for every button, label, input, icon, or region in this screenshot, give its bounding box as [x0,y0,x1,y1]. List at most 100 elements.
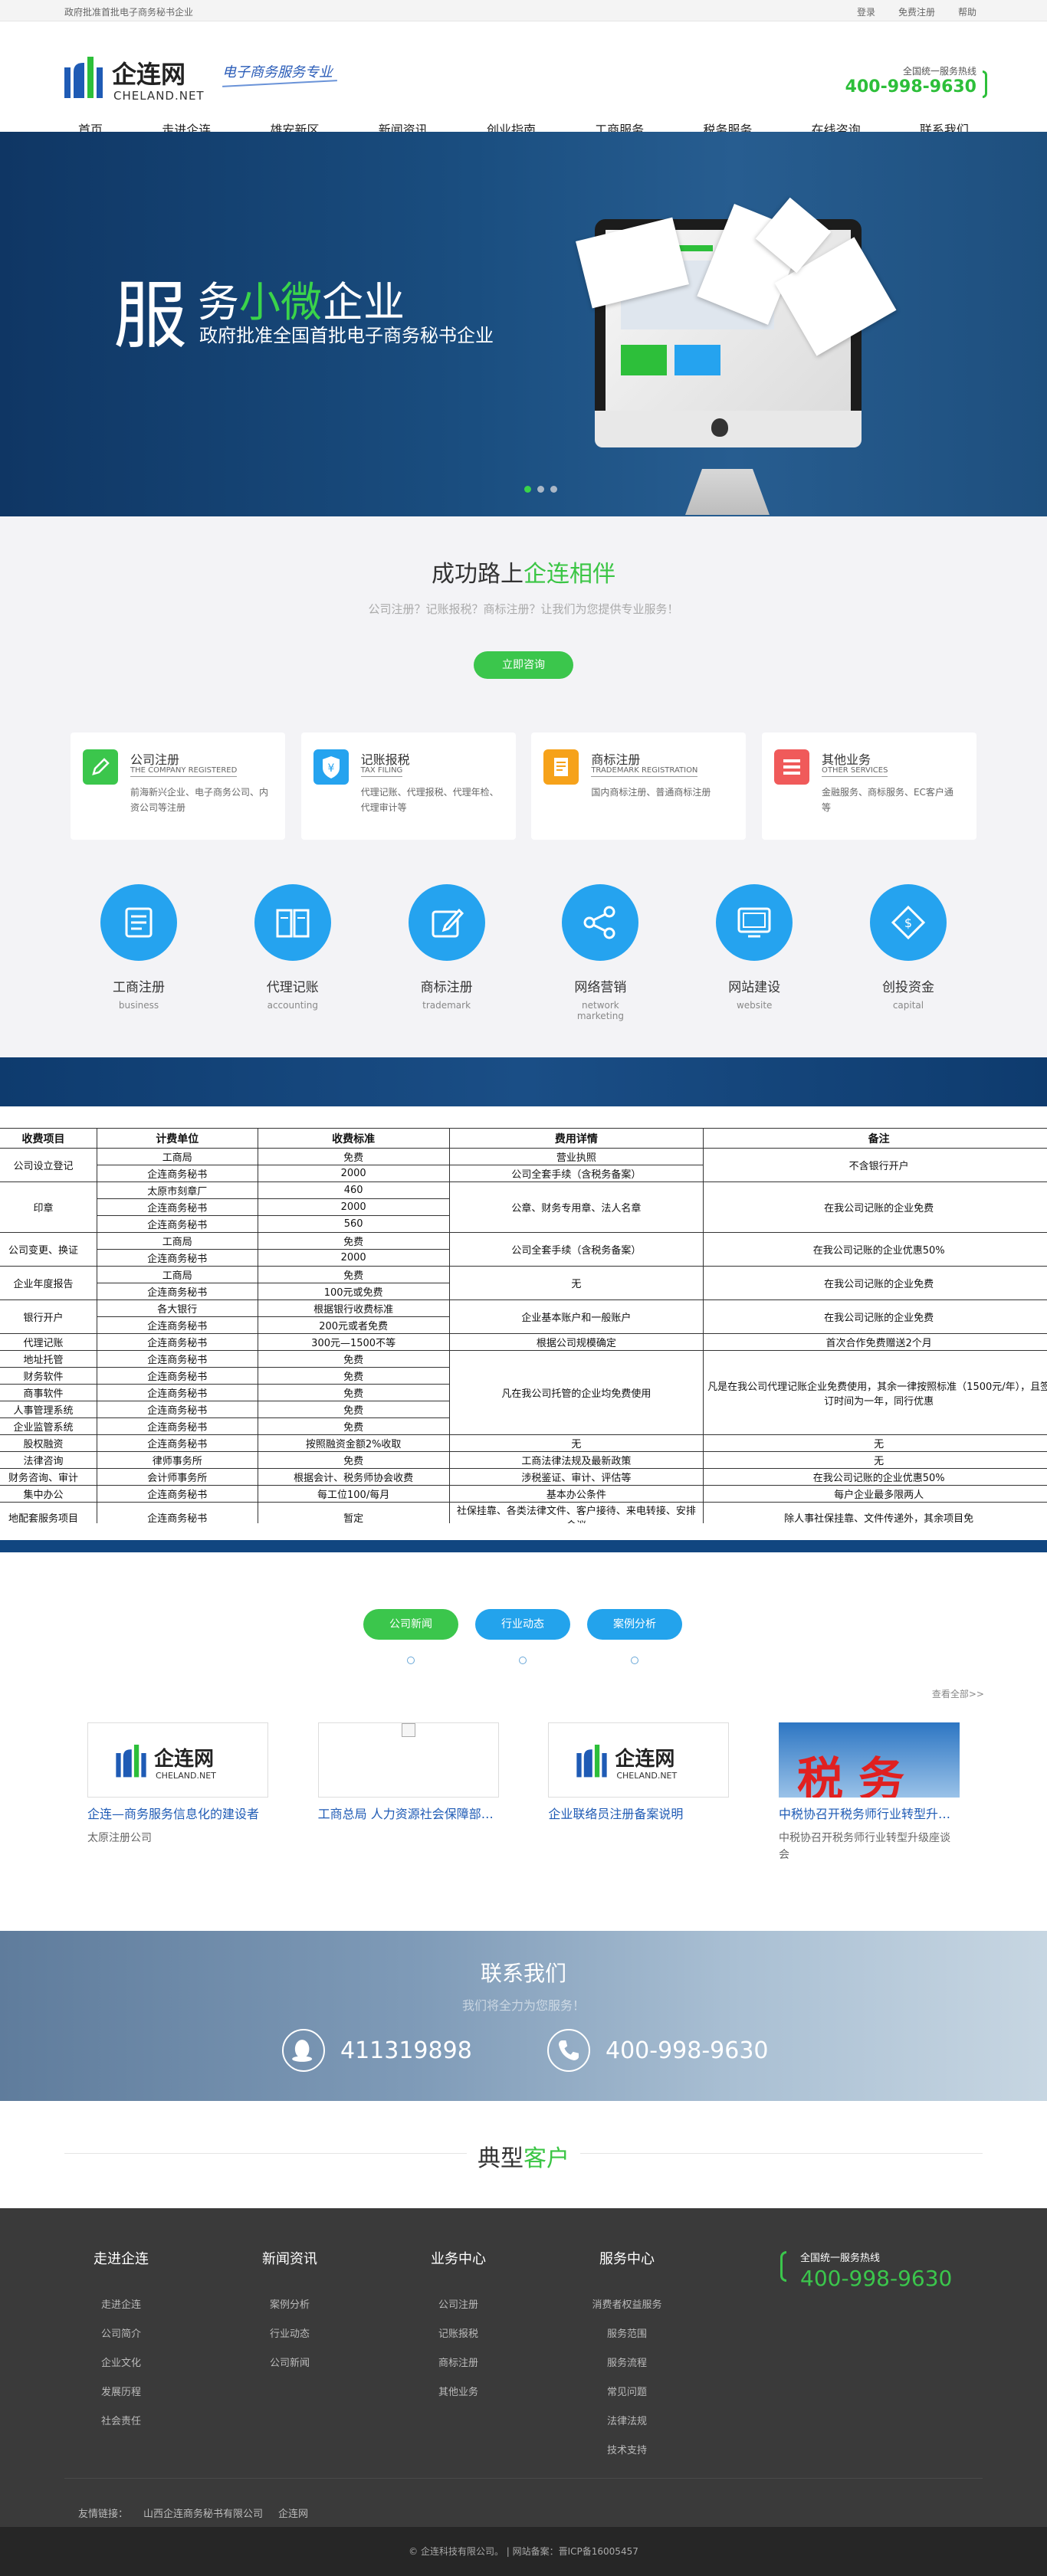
fee-standard: 免费 [257,1232,450,1250]
table-row: 地址托管 企连商务秘书 免费 凡在我公司托管的企业均免费使用 凡是在我公司代理记账企业免… [0,1350,1047,1435]
card-title: 公司注册 [130,752,180,767]
footer-link[interactable]: 走进企连 [60,2291,182,2320]
view-all-link[interactable]: 查看全部>> [932,1687,984,1700]
list-icon [773,749,809,785]
footer-link[interactable]: 商标注册 [397,2349,520,2378]
fee-unit: 企连商务秘书 [96,1502,258,1523]
fee-standard: 460 [257,1181,450,1199]
friend-link[interactable]: 山西企连商务秘书有限公司 [143,2509,263,2520]
fee-note: 首次合作免费赠送2个月 [703,1333,1047,1351]
news-item[interactable]: 企连网 CHELAND.NET 企连—商务服务信息化的建设者 太原注册公司 [87,1722,268,1863]
friend-links: 友情链接： 山西企连商务秘书有限公司 企连网 [78,2506,308,2520]
circle-subtitle: business [118,1000,159,1011]
circle-subtitle: capital [892,1000,924,1011]
news-item[interactable]: 企连网 CHELAND.NET 企业联络员注册备案说明 [548,1722,730,1863]
fee-standard: 免费 [257,1367,450,1385]
service-card-company-registration[interactable]: 公司注册 THE COMPANY REGISTERED 前海新兴企业、电子商务公… [71,732,285,840]
circle-subtitle: network marketing [576,1000,624,1021]
footer-link[interactable]: 服务范围 [566,2320,688,2349]
hero-banner[interactable]: 服 务小微企业 政府批准全国首批电子商务秘书企业 [0,132,1047,516]
footer-link[interactable]: 记账报税 [397,2320,520,2349]
footer-link[interactable]: 企业文化 [60,2349,182,2378]
tag-icon: $ [869,884,947,961]
consult-now-button[interactable]: 立即咨询 [474,651,573,679]
fee-item: 公司变更、换证 [0,1232,97,1267]
footer-link[interactable]: 其他业务 [397,2378,520,2407]
tab-industry-news[interactable]: 行业动态 [475,1609,570,1664]
help-link[interactable]: 帮助 [958,5,976,18]
fee-detail: 社保挂靠、各类法律文件、客户接待、来电转接、安排会议 [448,1502,704,1523]
fee-standard: 免费 [257,1451,450,1469]
fee-standard: 免费 [257,1266,450,1283]
circle-title: 工商注册 [113,980,165,995]
site-logo[interactable]: 企连网 CHELAND.NET [64,54,204,107]
apple-logo-icon [711,418,728,437]
footer-link[interactable]: 公司新闻 [228,2349,351,2378]
footer-link[interactable]: 服务流程 [566,2349,688,2378]
footer-link[interactable]: 常见问题 [566,2378,688,2407]
service-card-trademark[interactable]: 商标注册 TRADEMARK REGISTRATION 国内商标注册、普通商标注… [531,732,747,840]
fee-item: 法律咨询 [0,1451,97,1469]
login-link[interactable]: 登录 [857,5,875,18]
news-desc: 太原注册公司 [87,1832,152,1844]
col-header: 收费项目 [0,1128,97,1149]
banner-dot[interactable] [524,486,531,493]
broken-image-icon [401,1723,415,1737]
fee-standard: 免费 [257,1148,450,1165]
thumb-logo-cn: 企连网 [615,1748,675,1771]
footer-link[interactable]: 技术支持 [566,2437,688,2466]
footer-link[interactable]: 法律法规 [566,2407,688,2437]
tab-company-news[interactable]: 公司新闻 [363,1609,458,1664]
fee-item: 公司设立登记 [0,1148,97,1182]
fee-item: 代理记账 [0,1333,97,1351]
fee-item: 人事管理系统 [0,1401,97,1418]
fee-detail: 凡在我公司托管的企业均免费使用 [448,1350,704,1435]
services-section: 成功路上企连相伴 公司注册？记账报税？商标注册？让我们为您提供专业服务！ 立即咨… [0,516,1047,1057]
circle-accounting[interactable]: 代理记账 accounting [251,884,335,1021]
table-row: 集中办公 企连商务秘书 每工位100/每月 基本办公条件 每户企业最多限两人 [0,1485,1047,1503]
fee-item: 财务软件 [0,1367,97,1385]
footer-link[interactable]: 消费者权益服务 [566,2291,688,2320]
card-subtitle: THE COMPANY REGISTERED [130,766,238,777]
top-bar: 政府批准首批电子商务秘书企业 登录 免费注册 帮助 [0,0,1047,21]
service-card-other[interactable]: 其他业务 OTHER SERVICES 金融服务、商标服务、EC客户通等 [761,732,976,840]
table-row: 法律咨询 律师事务所 免费 工商法律法规及最新政策无 [0,1451,1047,1469]
service-card-tax-filing[interactable]: ¥ 记账报税 TAX FILING 代理记账、代理报税、代理年检、代理审计等 [300,732,516,840]
news-title[interactable]: 企连—商务服务信息化的建设者 [87,1804,268,1822]
banner-dot[interactable] [537,486,544,493]
footer-link[interactable]: 公司注册 [397,2291,520,2320]
footer-link[interactable]: 社会责任 [60,2407,182,2437]
tab-pin-icon [407,1657,415,1664]
contact-qq[interactable]: 411319898 [282,2029,472,2072]
circle-network-marketing[interactable]: 网络营销 network marketing [558,884,642,1021]
footer-link[interactable]: 公司简介 [60,2320,182,2349]
news-title[interactable]: 企业联络员注册备案说明 [548,1804,729,1822]
news-thumb-broken [317,1722,499,1798]
news-title[interactable]: 工商总局 人力资源社会保障部联合印发 [318,1804,499,1822]
circle-business[interactable]: 工商注册 business [97,884,181,1021]
tab-case-analysis[interactable]: 案例分析 [587,1609,682,1664]
news-item[interactable]: 工商总局 人力资源社会保障部联合印发 [317,1722,499,1863]
banner-headline-a: 务 [198,278,239,326]
fee-standard: 100元或免费 [257,1283,450,1300]
circle-capital[interactable]: $ 创投资金 capital [866,884,950,1021]
header: 企连网 CHELAND.NET 电子商务服务专业 全国统一服务热线 400-99… [0,21,1047,137]
news-title[interactable]: 中税协召开税务师行业转型升级座谈会 [779,1804,960,1822]
contact-phone[interactable]: 400-998-9630 [547,2029,769,2072]
fee-standard: 560 [257,1215,450,1233]
circle-website[interactable]: 网站建设 website [712,884,796,1021]
news-item[interactable]: 税务 中税协召开税务师行业转型升级座谈会 中税协召开税务师行业转型升级座谈会 [778,1722,960,1863]
fee-table-header: 收费项目 计费单位 收费标准 费用详情 备注 [0,1128,1047,1149]
footer-link[interactable]: 行业动态 [228,2320,351,2349]
register-link[interactable]: 免费注册 [898,5,935,18]
fee-unit: 企连商务秘书 [96,1165,258,1182]
fee-unit: 企连商务秘书 [96,1434,258,1452]
footer-link[interactable]: 发展历程 [60,2378,182,2407]
footer-hotline: 全国统一服务热线 400-998-9630 [780,2250,952,2291]
fee-note: 除人事社保挂靠、文件传递外，其余项目免 [703,1502,1047,1523]
fee-note: 每户企业最多限两人 [703,1485,1047,1503]
circle-trademark[interactable]: 商标注册 trademark [405,884,489,1021]
friend-link[interactable]: 企连网 [278,2509,308,2520]
banner-dot[interactable] [550,486,557,493]
footer-link[interactable]: 案例分析 [228,2291,351,2320]
